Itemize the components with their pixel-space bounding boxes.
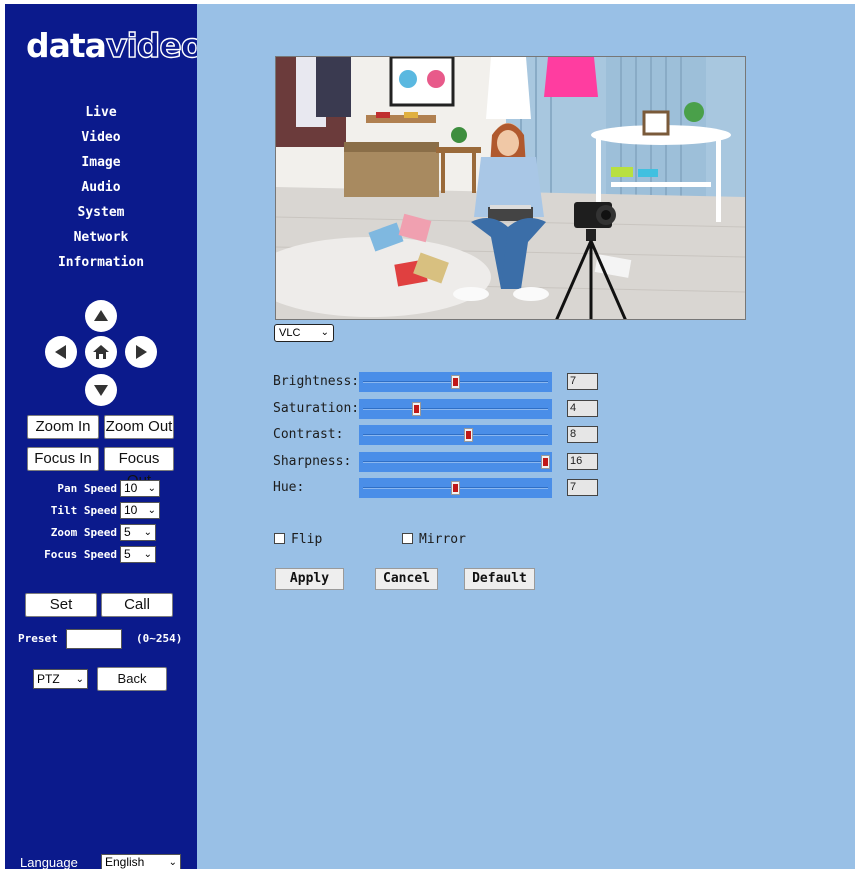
brightness-row: Brightness: 7 (197, 372, 855, 392)
preset-input[interactable] (66, 629, 122, 649)
contrast-row: Contrast: 8 (197, 425, 855, 445)
default-button[interactable]: Default (464, 568, 535, 590)
chevron-down-icon: ⌄ (143, 527, 152, 538)
cancel-button[interactable]: Cancel (375, 568, 438, 590)
main-panel: VLC ⌄ Brightness: 7 Saturation: 4 Contras… (197, 4, 855, 869)
saturation-value[interactable]: 4 (567, 400, 598, 417)
mirror-label: Mirror (419, 532, 466, 547)
brightness-slider-thumb[interactable] (451, 375, 460, 389)
language-label: Language (20, 855, 78, 869)
sharpness-slider[interactable] (359, 452, 552, 472)
focus-speed-select[interactable]: 5 ⌄ (120, 546, 156, 563)
zoom-out-button[interactable]: Zoom Out (104, 415, 174, 439)
brightness-slider[interactable] (359, 372, 552, 392)
pan-right-button[interactable] (125, 336, 157, 368)
brightness-label: Brightness: (273, 374, 360, 389)
focus-in-button[interactable]: Focus In (27, 447, 99, 471)
zoom-in-button[interactable]: Zoom In (27, 415, 99, 439)
apply-button[interactable]: Apply (275, 568, 344, 590)
pan-up-button[interactable] (85, 300, 117, 332)
player-select[interactable]: VLC ⌄ (274, 324, 334, 342)
sharpness-row: Sharpness: 16 (197, 452, 855, 472)
camera-feed-image (276, 57, 745, 319)
brightness-value[interactable]: 7 (567, 373, 598, 390)
main-nav: Live Video Image Audio System Network In… (5, 104, 197, 279)
nav-system[interactable]: System (5, 204, 197, 229)
arrow-left-icon (55, 345, 66, 359)
sharpness-value[interactable]: 16 (567, 453, 598, 470)
hue-slider-thumb[interactable] (451, 481, 460, 495)
nav-information[interactable]: Information (5, 254, 197, 279)
set-preset-button[interactable]: Set (25, 593, 97, 617)
sidebar: datavideo Live Video Image Audio System … (5, 4, 204, 869)
saturation-row: Saturation: 4 (197, 399, 855, 419)
chevron-down-icon: ⌄ (147, 505, 156, 516)
tilt-speed-label: Tilt Speed (50, 504, 117, 517)
arrow-right-icon (136, 345, 147, 359)
home-icon (93, 345, 109, 359)
saturation-label: Saturation: (273, 401, 360, 416)
contrast-slider[interactable] (359, 425, 552, 445)
zoom-speed-select[interactable]: 5 ⌄ (120, 524, 156, 541)
live-video-preview (275, 56, 746, 320)
contrast-value[interactable]: 8 (567, 426, 598, 443)
sharpness-label: Sharpness: (273, 454, 352, 469)
focus-speed-row: Focus Speed 5 ⌄ (5, 546, 197, 566)
arrow-up-icon (94, 310, 108, 321)
control-mode-select[interactable]: PTZ ⌄ (33, 669, 88, 689)
nav-image[interactable]: Image (5, 154, 197, 179)
contrast-slider-thumb[interactable] (463, 428, 473, 442)
call-preset-button[interactable]: Call (101, 593, 173, 617)
nav-audio[interactable]: Audio (5, 179, 197, 204)
contrast-label: Contrast: (273, 427, 344, 442)
pan-down-button[interactable] (85, 374, 117, 406)
home-button[interactable] (85, 336, 117, 368)
chevron-down-icon: ⌄ (320, 327, 329, 338)
hue-value[interactable]: 7 (567, 479, 598, 496)
language-select[interactable]: English ⌄ (101, 854, 181, 869)
nav-live[interactable]: Live (5, 104, 197, 129)
flip-checkbox[interactable] (274, 533, 285, 544)
zoom-speed-label: Zoom Speed (50, 526, 117, 539)
pan-speed-select[interactable]: 10 ⌄ (120, 480, 160, 497)
nav-network[interactable]: Network (5, 229, 197, 254)
preset-label: Preset (18, 632, 58, 645)
chevron-down-icon: ⌄ (75, 674, 84, 685)
saturation-slider[interactable] (359, 399, 552, 419)
chevron-down-icon: ⌄ (168, 857, 177, 868)
focus-speed-label: Focus Speed (44, 548, 117, 561)
sharpness-slider-thumb[interactable] (541, 455, 550, 469)
chevron-down-icon: ⌄ (143, 549, 152, 560)
hue-slider[interactable] (359, 478, 552, 498)
tilt-speed-select[interactable]: 10 ⌄ (120, 502, 160, 519)
focus-out-button[interactable]: Focus Out (104, 447, 174, 489)
mirror-checkbox[interactable] (402, 533, 413, 544)
flip-label: Flip (291, 532, 323, 547)
tilt-speed-row: Tilt Speed 10 ⌄ (5, 502, 197, 522)
datavideo-logo: datavideo (26, 25, 204, 65)
nav-video[interactable]: Video (5, 129, 197, 154)
hue-row: Hue: 7 (197, 478, 855, 498)
arrow-down-icon (94, 385, 108, 396)
flip-option[interactable]: Flip (274, 532, 322, 547)
saturation-slider-thumb[interactable] (412, 402, 422, 416)
chevron-down-icon: ⌄ (147, 483, 156, 494)
hue-label: Hue: (273, 480, 305, 495)
zoom-speed-row: Zoom Speed 5 ⌄ (5, 524, 197, 544)
pan-left-button[interactable] (45, 336, 77, 368)
mirror-option[interactable]: Mirror (402, 532, 466, 547)
preset-range-hint: (0~254) (136, 632, 183, 645)
pan-speed-label: Pan Speed (57, 482, 117, 495)
back-button[interactable]: Back (97, 667, 167, 691)
pan-speed-row: Pan Speed 10 ⌄ (5, 480, 197, 500)
